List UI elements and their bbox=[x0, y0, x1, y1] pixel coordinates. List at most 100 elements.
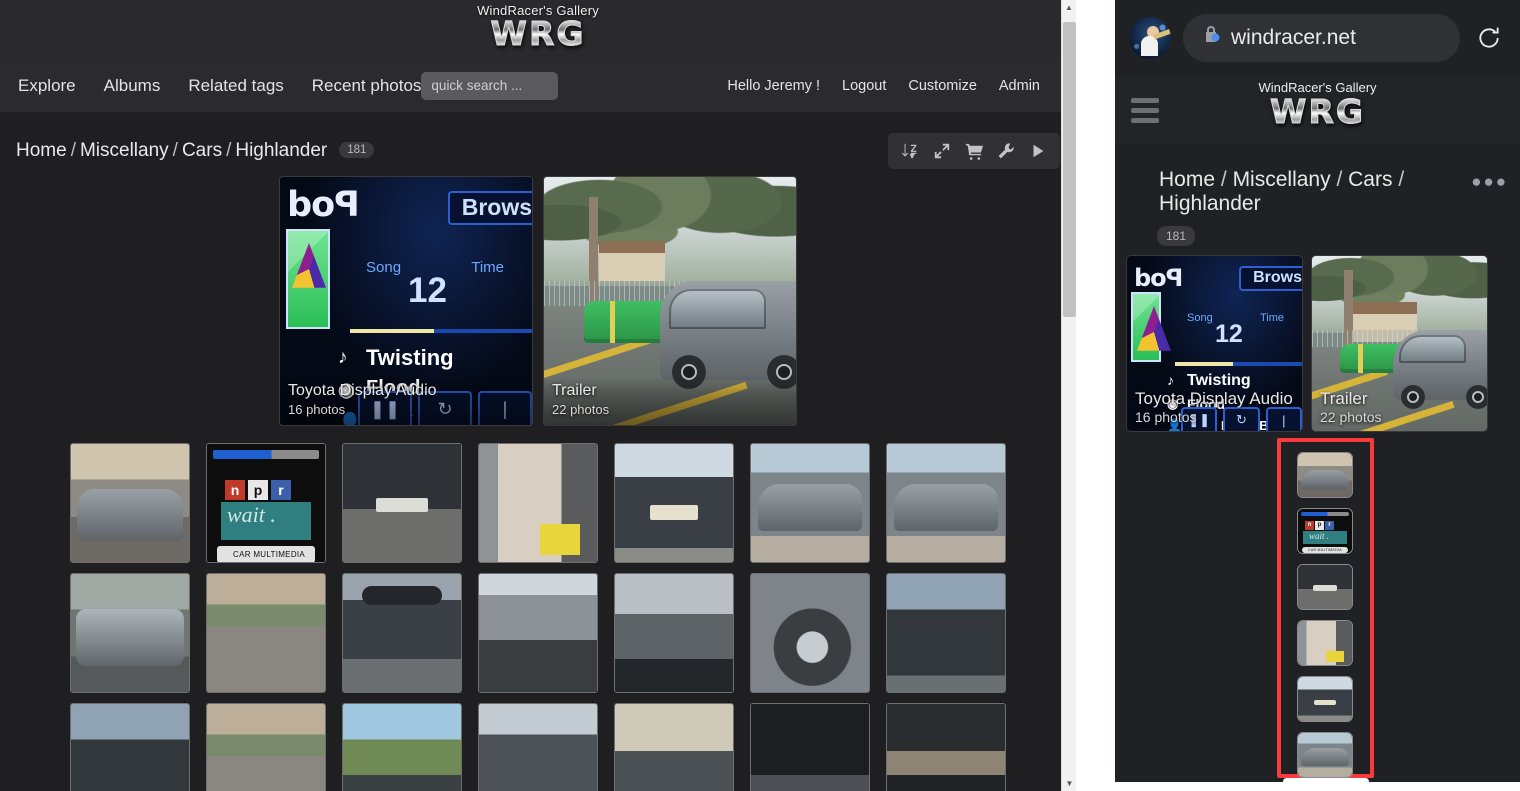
lock-icon bbox=[1201, 25, 1221, 51]
photo-thumbnail-grid: n p r wait . CAR MULTIMEDIA Dock Connect… bbox=[0, 433, 1076, 791]
album-caption: Trailer 22 photos bbox=[544, 376, 796, 425]
thumb-side-profile-hatch[interactable] bbox=[750, 443, 870, 563]
cart-icon[interactable] bbox=[964, 141, 984, 161]
more-options-icon[interactable]: ●●● bbox=[1471, 172, 1508, 192]
breadcrumb-bar: Home / Miscellany / Cars / Highlander 181 bbox=[0, 125, 1076, 177]
thumb-rear-flag-yard[interactable] bbox=[342, 703, 462, 791]
home-indicator-bar bbox=[1283, 778, 1369, 785]
scroll-up-arrow[interactable]: ▲ bbox=[1062, 0, 1076, 15]
thumb-npr-wait-screen[interactable]: n p r wait . CAR MULTIMEDIA Dock Connect… bbox=[206, 443, 326, 563]
profile-avatar[interactable] bbox=[1129, 17, 1171, 59]
nav-related-tags[interactable]: Related tags bbox=[188, 76, 283, 96]
breadcrumb-miscellany[interactable]: Miscellany bbox=[80, 140, 169, 161]
mb-thumb-side-profile-hatch[interactable] bbox=[1297, 732, 1353, 778]
mb-breadcrumb-home[interactable]: Home bbox=[1159, 168, 1215, 191]
site-logo: WRG bbox=[477, 17, 599, 51]
mobile-album-list: Pod Brows Song Time 12 ♪ Twisting ◉ Flood … bbox=[1115, 246, 1520, 431]
ipod-label: Pod bbox=[288, 185, 360, 225]
mobile-site-header: WindRacer's Gallery WRG bbox=[1115, 76, 1520, 144]
album-card-trailer[interactable]: Trailer 22 photos bbox=[544, 177, 796, 425]
breadcrumb-cars[interactable]: Cars bbox=[182, 140, 222, 161]
album-title: Toyota Display Audio bbox=[288, 382, 437, 399]
mb-thumb-npr-wait-screen[interactable]: n p r wait . CAR MULTIMEDIA Dock Connect… bbox=[1297, 508, 1353, 554]
breadcrumb-separator: / bbox=[70, 140, 76, 161]
album-art-tile bbox=[286, 229, 330, 329]
track-number: 12 bbox=[408, 271, 447, 310]
track-title-row: ♪ Twisting bbox=[338, 345, 454, 370]
nav-admin[interactable]: Admin bbox=[999, 78, 1040, 94]
expand-icon[interactable] bbox=[932, 141, 952, 161]
thumb-rear-yard[interactable] bbox=[206, 703, 326, 791]
scroll-down-arrow[interactable]: ▼ bbox=[1062, 776, 1076, 791]
scrollbar-thumb[interactable] bbox=[1063, 22, 1076, 317]
mobile-album-photo-count: 16 photos bbox=[1135, 409, 1197, 425]
mobile-album-card-toyota-display-audio[interactable]: Pod Brows Song Time 12 ♪ Twisting ◉ Flood … bbox=[1127, 256, 1302, 431]
thumb-rear-bikes-yard[interactable] bbox=[478, 703, 598, 791]
reload-icon[interactable] bbox=[1472, 25, 1506, 51]
mb-breadcrumb-highlander[interactable]: Highlander bbox=[1159, 192, 1261, 215]
mobile-album-title: Trailer bbox=[1320, 389, 1368, 408]
greeting: Hello Jeremy ! bbox=[727, 77, 821, 94]
thumb-spare-tire[interactable] bbox=[750, 573, 870, 693]
url-field[interactable]: windracer.net bbox=[1183, 14, 1460, 62]
main-navigation: Explore Albums Related tags Recent photo… bbox=[0, 59, 1076, 113]
wrench-icon[interactable] bbox=[996, 141, 1016, 161]
play-icon[interactable] bbox=[1028, 141, 1048, 161]
mb-thumb-door-jamb-sticker[interactable] bbox=[1297, 620, 1353, 666]
thumb-side-driveway[interactable] bbox=[206, 573, 326, 693]
thumb-garage-workshop[interactable] bbox=[614, 703, 734, 791]
npr-logo: n p r bbox=[225, 480, 291, 500]
album-photo-count: 22 photos bbox=[552, 402, 610, 417]
thumb-rear-cargo-carrier[interactable] bbox=[70, 703, 190, 791]
nav-customize[interactable]: Customize bbox=[908, 78, 977, 94]
screenshot-root: WindRacer's Gallery WRG Explore Albums R… bbox=[0, 0, 1520, 791]
mb-thumb-rear-license-plate[interactable] bbox=[1297, 564, 1353, 610]
mb-thumb-highlander-front-driveway[interactable] bbox=[1297, 452, 1353, 498]
sort-az-icon[interactable] bbox=[900, 141, 920, 161]
thumb-rear-bike-rack[interactable] bbox=[886, 573, 1006, 693]
thumb-highlander-front-driveway[interactable] bbox=[70, 443, 190, 563]
mobile-site-logo: WRG bbox=[1115, 94, 1520, 130]
mobile-address-bar: windracer.net bbox=[1115, 0, 1520, 76]
nav-recent-photos[interactable]: Recent photos bbox=[312, 76, 422, 96]
mb-breadcrumb-cars[interactable]: Cars bbox=[1348, 168, 1392, 191]
photo-count-badge: 181 bbox=[339, 142, 375, 158]
mobile-album-card-trailer[interactable]: Trailer 22 photos bbox=[1312, 256, 1487, 431]
menu-item-car-multimedia: CAR MULTIMEDIA bbox=[217, 546, 315, 562]
thumb-rear-with-roof-box[interactable] bbox=[342, 573, 462, 693]
breadcrumb-home[interactable]: Home bbox=[16, 140, 67, 161]
mobile-album-caption: Toyota Display Audio 16 photos bbox=[1127, 389, 1302, 425]
thumb-rear-license-plate[interactable] bbox=[342, 443, 462, 563]
album-card-toyota-display-audio[interactable]: Pod Brows Song Time 12 ♪Twisting ◉Flood … bbox=[280, 177, 532, 425]
album-caption: Toyota Display Audio 16 photos bbox=[280, 376, 532, 425]
thumb-rear-hatch-open[interactable] bbox=[614, 443, 734, 563]
mobile-album-title: Toyota Display Audio bbox=[1135, 389, 1293, 408]
thumb-three-quarter-front[interactable] bbox=[886, 443, 1006, 563]
time-label: Time bbox=[471, 259, 504, 276]
mb-thumb-rear-hatch-open[interactable] bbox=[1297, 676, 1353, 722]
thumb-dark-interior[interactable] bbox=[750, 703, 870, 791]
nav-explore[interactable]: Explore bbox=[18, 76, 76, 96]
thumb-door-jamb-sticker[interactable] bbox=[478, 443, 598, 563]
progress-bar bbox=[350, 329, 532, 333]
mb-breadcrumb-separator: / bbox=[1220, 168, 1227, 191]
search-input[interactable] bbox=[421, 71, 559, 100]
breadcrumb-highlander[interactable]: Highlander bbox=[235, 140, 327, 161]
nav-logout[interactable]: Logout bbox=[842, 78, 886, 94]
album-photo-count: 16 photos bbox=[288, 402, 346, 417]
mb-breadcrumb-separator: / bbox=[1336, 168, 1343, 191]
mobile-site-branding[interactable]: WindRacer's Gallery WRG bbox=[1115, 80, 1520, 130]
thumb-mirror-reflection[interactable] bbox=[886, 703, 1006, 791]
thumb-rear-hitch-view[interactable] bbox=[478, 573, 598, 693]
nav-albums[interactable]: Albums bbox=[104, 76, 161, 96]
album-toolbar bbox=[888, 133, 1060, 169]
mb-breadcrumb-miscellany[interactable]: Miscellany bbox=[1233, 168, 1331, 191]
vertical-scrollbar[interactable]: ▲ ▼ bbox=[1061, 0, 1076, 791]
thumb-undercarriage-hitch[interactable] bbox=[614, 573, 734, 693]
thumb-front-grille-garage[interactable] bbox=[70, 573, 190, 693]
mobile-breadcrumb-bar: Home / Miscellany / Cars / Highlander ●●… bbox=[1115, 144, 1520, 246]
site-header: WindRacer's Gallery WRG bbox=[0, 0, 1076, 59]
mobile-album-photo-count: 22 photos bbox=[1320, 409, 1382, 425]
breadcrumb-separator: / bbox=[172, 140, 178, 161]
site-branding[interactable]: WindRacer's Gallery WRG bbox=[477, 0, 599, 51]
